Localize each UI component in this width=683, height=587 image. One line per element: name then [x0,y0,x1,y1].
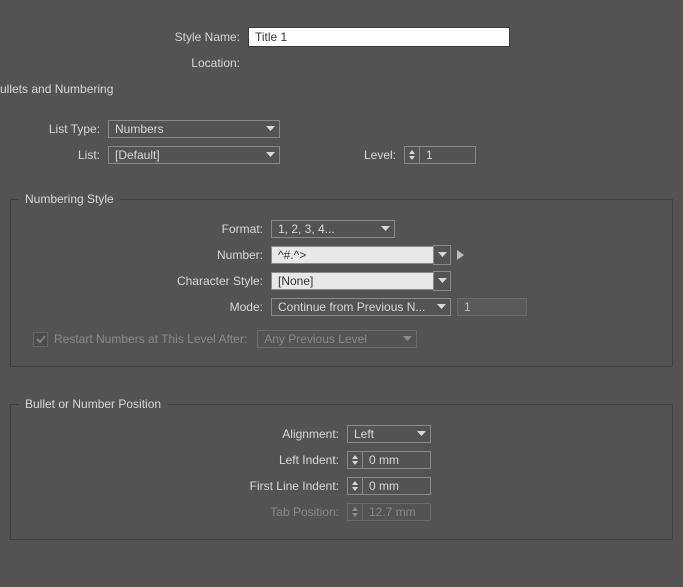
chevron-down-icon [266,126,275,132]
character-style-label: Character Style: [19,274,271,288]
left-indent-label: Left Indent: [19,453,347,467]
list-value: [Default] [115,148,160,162]
tab-position-label: Tab Position: [19,505,347,519]
position-legend: Bullet or Number Position [19,397,167,411]
insert-special-icon[interactable] [457,250,465,260]
style-name-input[interactable] [248,27,510,47]
spinner-arrows-icon [405,147,420,163]
number-combo[interactable]: ^#.^> [271,245,451,265]
list-label: List: [0,148,108,162]
chevron-down-icon [438,252,447,258]
left-indent-value: 0 mm [363,453,405,467]
list-select[interactable]: [Default] [108,146,280,164]
location-label: Location: [0,56,248,70]
list-type-value: Numbers [115,122,164,136]
character-style-combo[interactable]: [None] [271,271,451,291]
alignment-select[interactable]: Left [347,425,431,443]
character-style-value: [None] [271,272,433,290]
spinner-arrows-icon [348,478,363,494]
restart-label: Restart Numbers at This Level After: [54,332,247,346]
number-label: Number: [19,248,271,262]
level-value: 1 [420,148,439,162]
mode-value: Continue from Previous N... [278,300,425,314]
first-line-indent-spinner[interactable]: 0 mm [347,477,431,495]
level-spinner[interactable]: 1 [404,146,476,164]
tab-position-spinner: 12.7 mm [347,503,431,521]
panel-heading: ullets and Numbering [0,82,683,96]
chevron-down-icon [417,431,426,437]
numbering-style-legend: Numbering Style [19,192,120,206]
first-line-indent-value: 0 mm [363,479,405,493]
chevron-down-icon [437,304,446,310]
tab-position-value: 12.7 mm [363,505,422,519]
restart-checkbox [33,332,48,347]
restart-level-select: Any Previous Level [257,330,417,348]
format-select[interactable]: 1, 2, 3, 4... [271,220,395,238]
spinner-arrows-icon [348,452,363,468]
chevron-down-icon [381,226,390,232]
number-combo-button[interactable] [433,245,451,265]
mode-select[interactable]: Continue from Previous N... [271,298,451,316]
first-line-indent-label: First Line Indent: [19,479,347,493]
restart-level-value: Any Previous Level [264,332,367,346]
format-label: Format: [19,222,271,236]
alignment-value: Left [354,427,374,441]
spinner-arrows-icon [348,504,363,520]
mode-start-at: 1 [457,298,527,316]
list-type-select[interactable]: Numbers [108,120,280,138]
character-style-combo-button[interactable] [433,271,451,291]
chevron-down-icon [438,278,447,284]
alignment-label: Alignment: [19,427,347,441]
level-label: Level: [286,148,404,162]
list-type-label: List Type: [0,122,108,136]
chevron-down-icon [403,336,412,342]
left-indent-spinner[interactable]: 0 mm [347,451,431,469]
mode-label: Mode: [19,300,271,314]
style-name-label: Style Name: [0,30,248,44]
chevron-down-icon [266,152,275,158]
format-value: 1, 2, 3, 4... [278,222,335,236]
number-value: ^#.^> [271,246,433,264]
